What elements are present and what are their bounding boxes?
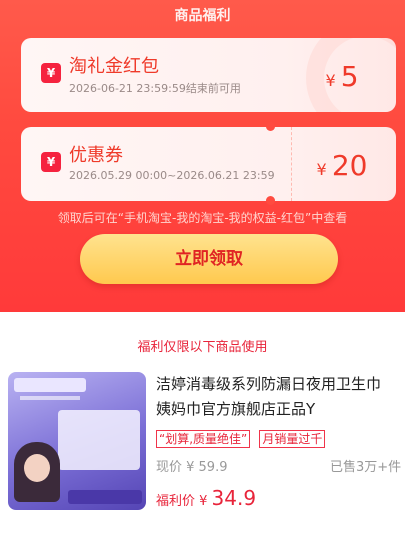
benefit-price-value: 34.9 [211,486,257,510]
product-tags: “划算,质量绝佳” 月销量过千 [156,428,329,448]
limit-text: 福利仅限以下商品使用 [137,340,268,355]
product-image[interactable] [8,372,146,510]
coupon-notch [266,196,275,205]
coupon-amount: ¥ 5 [288,60,396,93]
coupon-icon: ¥ [41,152,61,172]
coupon-validity: 2026.05.29 00:00~2026.06.21 23:59 [69,169,275,182]
coupon-notch [266,122,275,131]
product-name-line: 姨妈巾官方旗舰店正品Y [156,400,316,418]
image-footer [68,490,142,504]
coupon-title: 优惠券 [69,145,123,166]
product-name[interactable]: 洁婷消毒级系列防漏日夜用卫生巾 姨妈巾官方旗舰店正品Y [156,372,405,422]
product-tag: 月销量过千 [259,430,326,448]
currency-symbol: ¥ [316,160,327,179]
claim-notice: 领取后可在“手机淘宝-我的淘宝-我的权益-红包”中查看 [57,211,348,225]
sold-count: 已售3万+件 [330,460,402,475]
image-model [14,442,60,502]
amount-value: 20 [331,149,368,182]
product-name-line: 洁婷消毒级系列防漏日夜用卫生巾 [156,375,382,393]
image-package [58,410,140,470]
amount-value: 5 [340,60,359,93]
product-tag: “划算,质量绝佳” [156,430,251,448]
red-packet-icon: ¥ [41,63,61,83]
page-title: 商品福利 [174,8,231,24]
benefit-price-label: 福利价 ¥ [156,494,212,509]
currency-symbol: ¥ [325,71,336,90]
benefits-panel: 商品福利 ¥ 淘礼金红包 2026-06-21 23:59:59结束前可用 ¥ … [0,0,405,312]
coupon-validity: 2026-06-21 23:59:59结束前可用 [69,82,241,95]
claim-button[interactable]: 立即领取 [80,234,338,284]
image-line [20,396,80,400]
coupon-amount: ¥ 20 [288,149,396,182]
current-price: 现价 ¥ 59.9 [156,460,228,475]
red-packet-card: ¥ 淘礼金红包 2026-06-21 23:59:59结束前可用 ¥ 5 [21,38,396,112]
benefit-price: 福利价 ¥ 34.9 [156,486,256,510]
coupon-title: 淘礼金红包 [69,56,159,77]
image-tag [14,378,86,392]
coupon-card: ¥ 优惠券 2026.05.29 00:00~2026.06.21 23:59 … [21,127,396,201]
